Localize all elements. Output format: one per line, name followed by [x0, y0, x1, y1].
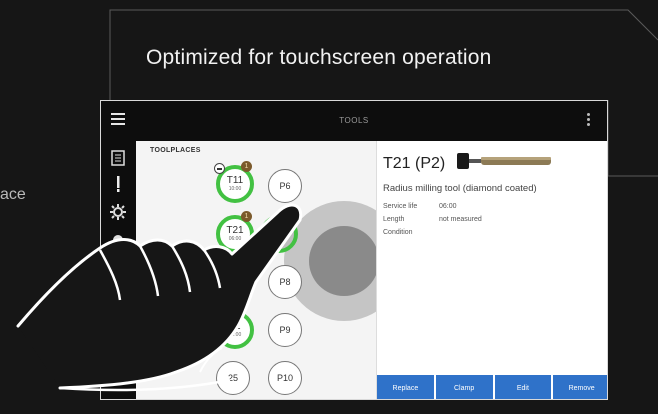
toolplaces-panel: TOOLPLACES T11 10:00 1 P6 T21 06:00 1 T2… [136, 141, 404, 399]
place-p6[interactable]: P6 [268, 169, 302, 203]
tool-time: 10:00 [228, 186, 242, 192]
replace-button[interactable]: Replace [377, 375, 434, 399]
tablet-screen: TOOLS TOOLPLACES T11 10:00 1 P6 T21 06:0… [100, 100, 608, 400]
detail-key: Length [383, 216, 405, 223]
detail-key: Condition [383, 229, 413, 236]
side-navigation [101, 141, 136, 399]
milling-tool-image [457, 153, 551, 169]
more-options-icon[interactable] [587, 113, 591, 129]
place-p8[interactable]: P8 [268, 265, 302, 299]
tool-name: T2 [229, 278, 241, 289]
detail-value: not measured [439, 216, 482, 223]
minus-icon[interactable] [214, 163, 225, 174]
tool-badge: 1 [241, 211, 252, 222]
detail-key: Service life [383, 203, 418, 210]
tool-detail-title: T21 (P2) [383, 155, 446, 172]
tool-slot-t2[interactable]: T2 [216, 265, 254, 303]
tool-slot-25[interactable]: 25 [216, 361, 250, 395]
place-p9[interactable]: P9 [268, 313, 302, 347]
touch-highlight-inner [309, 226, 379, 296]
tool-name: 32 [229, 321, 241, 332]
list-icon[interactable] [109, 149, 127, 167]
tool-detail-panel: T21 (P2) Radius milling tool (diamond co… [376, 141, 607, 399]
clamp-button[interactable]: Clamp [435, 375, 493, 399]
edit-button[interactable]: Edit [494, 375, 552, 399]
tool-name: T21 [226, 225, 244, 236]
tool-badge: 1 [287, 211, 298, 222]
place-p10[interactable]: P10 [268, 361, 302, 395]
tool-name: T2 [273, 228, 285, 239]
app-top-bar: TOOLS [101, 101, 607, 141]
settings-gear-icon[interactable] [109, 203, 127, 221]
tool-time: 06:00 [228, 236, 242, 242]
detail-row-service-life: Service life 06:00 [383, 203, 457, 210]
action-button-bar: Replace Clamp Edit Remove [377, 375, 607, 399]
tool-icon[interactable] [109, 175, 127, 193]
detail-row-condition: Condition [383, 229, 439, 236]
detail-value: 06:00 [439, 203, 457, 210]
tool-time: 06:00 [228, 332, 242, 338]
tool-name: T11 [226, 175, 244, 186]
tool-description: Radius milling tool (diamond coated) [383, 183, 537, 194]
status-icon[interactable] [109, 231, 127, 249]
toolplaces-heading: TOOLPLACES [150, 147, 201, 154]
cropped-side-text: ace [0, 186, 26, 203]
tool-badge: 1 [241, 161, 252, 172]
remove-button[interactable]: Remove [553, 375, 607, 399]
tool-slot-32[interactable]: 32 06:00 [216, 311, 254, 349]
feature-callout: Optimized for touchscreen operation [146, 46, 492, 69]
app-title: TOOLS [339, 116, 369, 125]
detail-row-length: Length not measured [383, 216, 482, 223]
